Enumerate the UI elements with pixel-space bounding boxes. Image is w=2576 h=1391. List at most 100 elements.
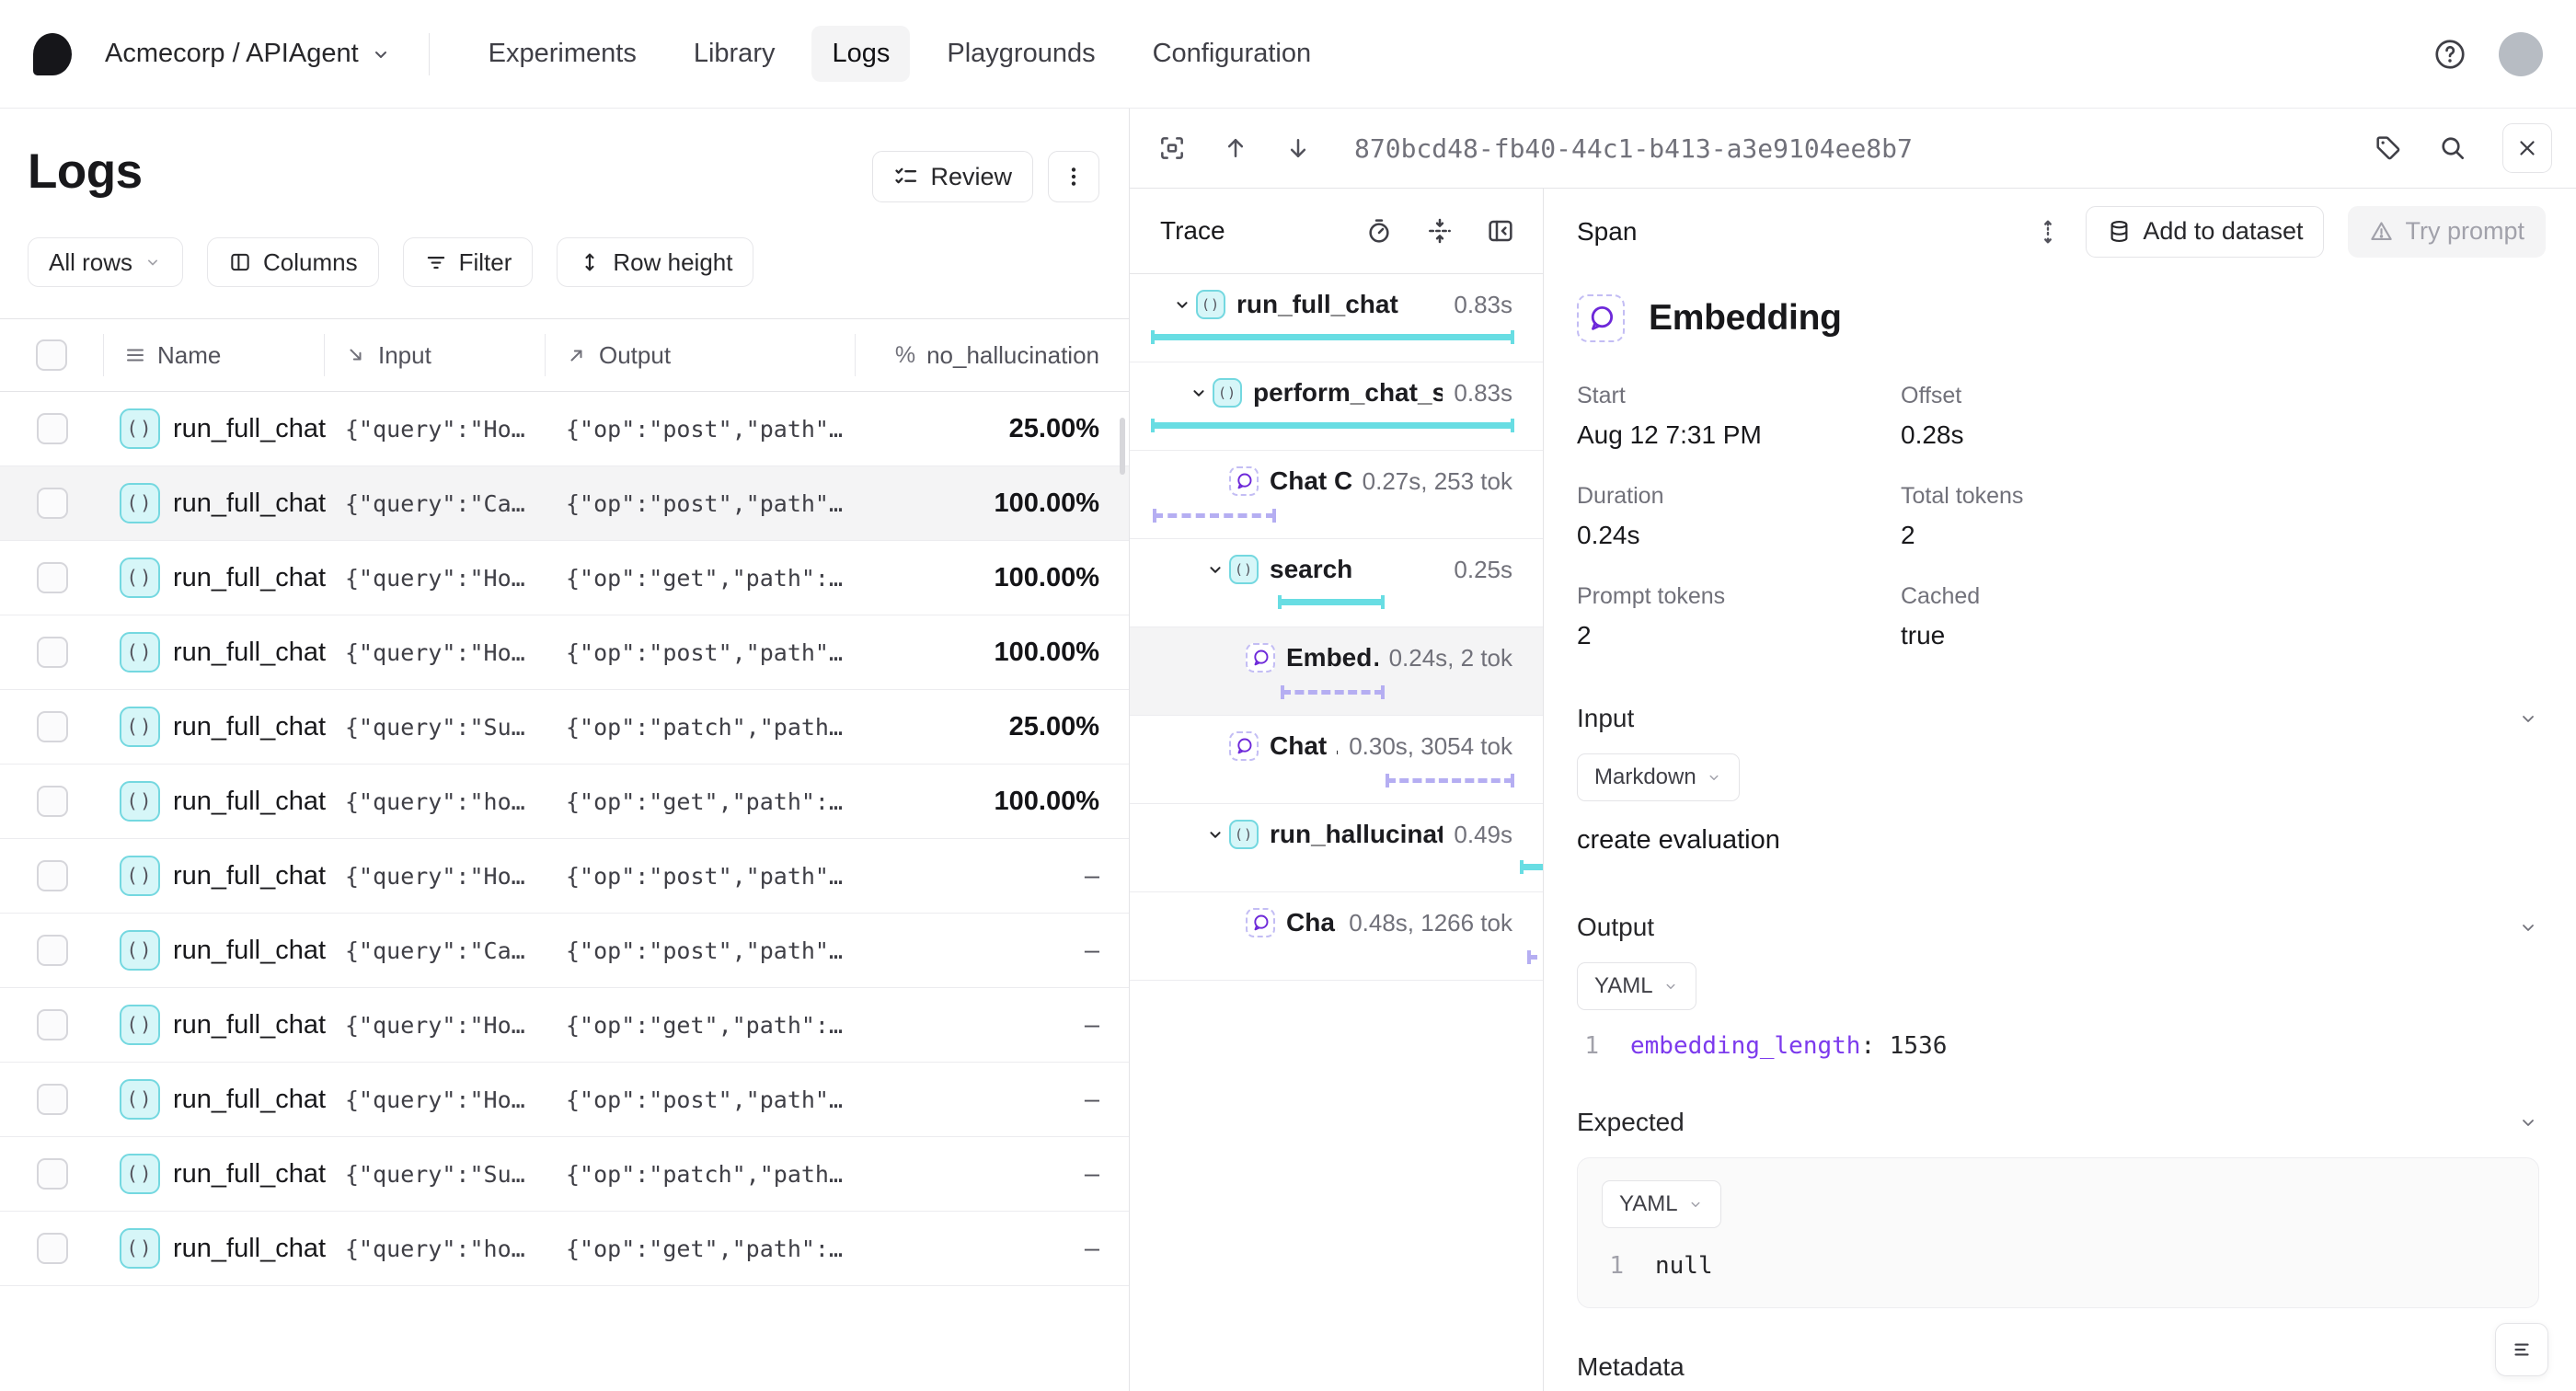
table-row[interactable]: ()run_full_chat{"query":"Ho…{"op":"post"… (0, 839, 1129, 914)
table-scrollbar[interactable] (1120, 418, 1125, 475)
row-name: run_full_chat (173, 638, 326, 668)
row-score-cell: 100.00% (856, 563, 1129, 593)
try-prompt-button[interactable]: Try prompt (2348, 206, 2546, 258)
tab-library[interactable]: Library (673, 26, 796, 82)
row-checkbox[interactable] (37, 1084, 68, 1115)
trace-span-row[interactable]: Cha…0.48s, 1266 tok (1130, 892, 1543, 981)
span-name: perform_chat_st… (1253, 378, 1443, 408)
chevron-down-icon[interactable] (1202, 821, 1229, 848)
trace-span-row[interactable]: Embed…0.24s, 2 tok (1130, 627, 1543, 716)
table-row[interactable]: ()run_full_chat{"query":"Su…{"op":"patch… (0, 1137, 1129, 1212)
row-height-label: Row height (613, 248, 732, 277)
previous-arrow-icon[interactable] (1222, 134, 1249, 162)
span-duration: 0.30s, 3054 tok (1349, 732, 1512, 761)
expand-fullscreen-icon[interactable] (1157, 133, 1187, 163)
chevron-down-icon[interactable] (2517, 916, 2539, 938)
detail-duration: Duration0.24s (1577, 483, 1901, 550)
collapse-vertical-icon[interactable] (1425, 216, 1455, 246)
arrow-up-right-icon (566, 344, 588, 366)
row-checkbox[interactable] (37, 562, 68, 593)
columns-button[interactable]: Columns (207, 237, 379, 287)
table-row[interactable]: ()run_full_chat{"query":"Ho…{"op":"post"… (0, 1063, 1129, 1137)
row-checkbox[interactable] (37, 413, 68, 444)
table-row[interactable]: ()run_full_chat{"query":"Ho…{"op":"post"… (0, 392, 1129, 466)
row-checkbox[interactable] (37, 1233, 68, 1264)
row-checkbox[interactable] (37, 1158, 68, 1190)
trace-span-row[interactable]: ()run_hallucinati…0.49s (1130, 804, 1543, 892)
table-row[interactable]: ()run_full_chat{"query":"Ca…{"op":"post"… (0, 466, 1129, 541)
chevron-down-icon[interactable] (2517, 707, 2539, 730)
line-number: 1 (1577, 1032, 1599, 1060)
outline-menu-button[interactable] (2495, 1323, 2548, 1376)
row-checkbox[interactable] (37, 1009, 68, 1040)
header-no-hallucination[interactable]: % no_hallucination (856, 334, 1129, 376)
next-arrow-icon[interactable] (1284, 134, 1312, 162)
row-score-cell: 100.00% (856, 787, 1129, 817)
trace-span-row[interactable]: ()run_full_chat0.83s (1130, 274, 1543, 362)
expand-height-icon[interactable] (2034, 218, 2062, 246)
table-row[interactable]: ()run_full_chat{"query":"Ho…{"op":"get",… (0, 541, 1129, 615)
output-format-dropdown[interactable]: YAML (1577, 962, 1696, 1010)
tab-configuration[interactable]: Configuration (1133, 26, 1332, 82)
timeline-bar (1152, 334, 1513, 340)
trace-span-row[interactable]: ()perform_chat_st…0.83s (1130, 362, 1543, 451)
logs-table: Name Input Output % no_hallucination ()r… (0, 318, 1129, 1286)
tab-logs[interactable]: Logs (811, 26, 910, 82)
span-name: Chat C… (1270, 466, 1351, 496)
select-all-checkbox[interactable] (36, 339, 67, 371)
row-name: run_full_chat (173, 1085, 326, 1115)
filter-icon (424, 250, 448, 274)
row-checkbox[interactable] (37, 935, 68, 966)
table-row[interactable]: ()run_full_chat{"query":"Ca…{"op":"post"… (0, 914, 1129, 988)
timeline-bar (1152, 422, 1513, 429)
app-logo[interactable] (33, 33, 72, 75)
chevron-down-icon[interactable] (1202, 556, 1229, 583)
close-icon[interactable] (2502, 123, 2552, 173)
stopwatch-icon[interactable] (1364, 216, 1394, 246)
add-to-dataset-button[interactable]: Add to dataset (2086, 206, 2324, 258)
chevron-down-icon[interactable] (2517, 1111, 2539, 1133)
review-button[interactable]: Review (872, 151, 1033, 202)
filter-button[interactable]: Filter (403, 237, 534, 287)
trace-span-row[interactable]: ()search0.25s (1130, 539, 1543, 627)
row-score-cell: 25.00% (856, 712, 1129, 742)
row-height-button[interactable]: Row height (557, 237, 753, 287)
row-checkbox[interactable] (37, 860, 68, 891)
chevron-down-icon[interactable] (1185, 379, 1213, 407)
table-row[interactable]: ()run_full_chat{"query":"Ho…{"op":"get",… (0, 988, 1129, 1063)
row-checkbox[interactable] (37, 637, 68, 668)
table-row[interactable]: ()run_full_chat{"query":"ho…{"op":"get",… (0, 764, 1129, 839)
row-checkbox[interactable] (37, 786, 68, 817)
row-checkbox[interactable] (37, 711, 68, 742)
function-icon: () (1229, 555, 1259, 584)
trace-span-row[interactable]: Chat …0.30s, 3054 tok (1130, 716, 1543, 804)
row-checkbox-cell (0, 488, 104, 519)
expected-format-label: YAML (1619, 1191, 1678, 1217)
header-name[interactable]: Name (104, 334, 325, 376)
tab-playgrounds[interactable]: Playgrounds (926, 26, 1115, 82)
span-timeline (1152, 500, 1513, 530)
table-row[interactable]: ()run_full_chat{"query":"ho…{"op":"get",… (0, 1212, 1129, 1286)
table-row[interactable]: ()run_full_chat{"query":"Su…{"op":"patch… (0, 690, 1129, 764)
chevron-down-icon[interactable] (1168, 291, 1196, 318)
row-score-cell: 100.00% (856, 638, 1129, 668)
input-format-dropdown[interactable]: Markdown (1577, 753, 1740, 801)
tab-experiments[interactable]: Experiments (468, 26, 657, 82)
help-icon[interactable] (2432, 37, 2467, 72)
collapse-panel-icon[interactable] (1486, 216, 1515, 246)
row-output-cell: {"op":"get","path":… (546, 565, 856, 592)
trace-span-row[interactable]: Chat C…0.27s, 253 tok (1130, 451, 1543, 539)
search-icon[interactable] (2438, 133, 2467, 163)
rows-filter-dropdown[interactable]: All rows (28, 237, 183, 287)
row-name-cell: ()run_full_chat (104, 707, 325, 747)
header-input[interactable]: Input (325, 334, 546, 376)
expected-format-dropdown[interactable]: YAML (1602, 1180, 1721, 1228)
tag-icon[interactable] (2374, 133, 2403, 163)
span-duration: 0.83s (1454, 291, 1512, 319)
table-row[interactable]: ()run_full_chat{"query":"Ho…{"op":"post"… (0, 615, 1129, 690)
header-output[interactable]: Output (546, 334, 856, 376)
row-checkbox[interactable] (37, 488, 68, 519)
more-options-button[interactable] (1048, 151, 1099, 202)
workspace-switcher[interactable]: Acmecorp / APIAgent (105, 39, 392, 69)
user-avatar[interactable] (2499, 32, 2543, 76)
